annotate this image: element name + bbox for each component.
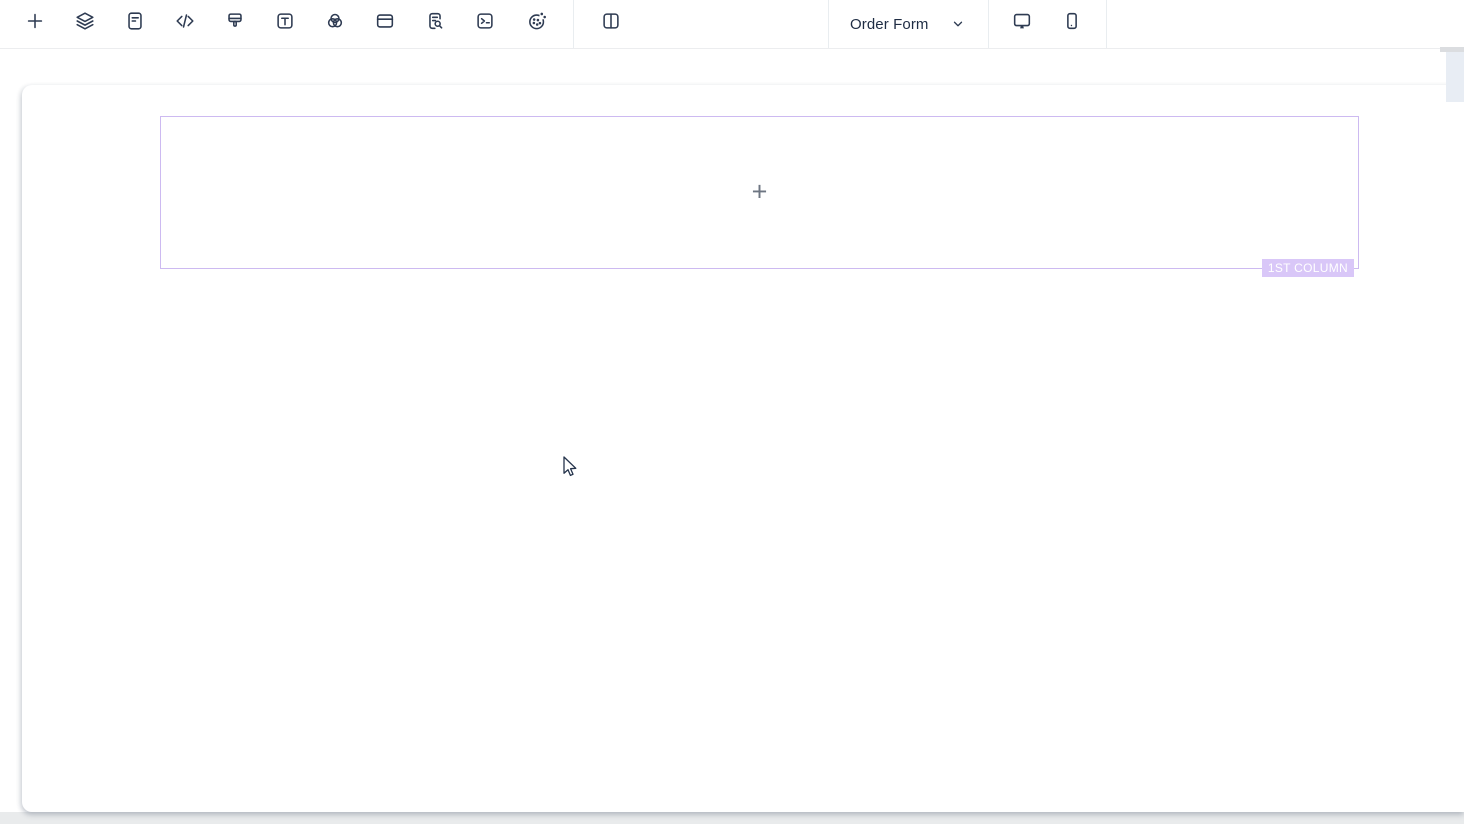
tool-button-form-search[interactable] (423, 9, 447, 33)
terminal-icon (474, 10, 496, 32)
toolbar-divider (988, 0, 989, 48)
toolbar-divider (828, 0, 829, 48)
tool-button-layers[interactable] (73, 9, 97, 33)
add-block-button[interactable]: + (752, 178, 768, 205)
device-desktop-button[interactable] (1010, 9, 1034, 33)
tool-button-browser[interactable] (373, 9, 397, 33)
canvas-panel[interactable]: + 1ST COLUMN (22, 85, 1464, 812)
tool-button-cookie[interactable] (525, 9, 549, 33)
toolbar-divider (573, 0, 574, 48)
mobile-icon (1061, 10, 1083, 32)
tool-button-text[interactable] (273, 9, 297, 33)
scrollbar-thumb[interactable] (1446, 52, 1464, 102)
column-label-badge: 1ST COLUMN (1262, 259, 1354, 277)
tool-button-colors[interactable] (323, 9, 347, 33)
brush-icon (224, 10, 246, 32)
device-mobile-button[interactable] (1060, 9, 1084, 33)
page-selector-dropdown[interactable]: Order Form (840, 0, 975, 48)
column-dropzone[interactable]: + 1ST COLUMN (160, 116, 1359, 269)
toolbar-divider (1106, 0, 1107, 48)
page-selector-value: Order Form (850, 16, 929, 33)
tool-button-add[interactable] (23, 9, 47, 33)
chevron-down-icon (951, 17, 965, 31)
tool-button-style[interactable] (223, 9, 247, 33)
tool-button-split-columns[interactable] (599, 9, 623, 33)
code-icon (174, 10, 196, 32)
tool-button-code[interactable] (173, 9, 197, 33)
page-background-strip (0, 812, 1464, 824)
split-columns-icon (600, 10, 622, 32)
cookie-icon (526, 10, 548, 32)
form-search-icon (424, 10, 446, 32)
desktop-icon (1011, 10, 1033, 32)
toolbar: Order Form (0, 0, 1464, 49)
circles-icon (324, 10, 346, 32)
plus-icon (24, 10, 46, 32)
layers-icon (74, 10, 96, 32)
browser-window-icon (374, 10, 396, 32)
form-icon (124, 10, 146, 32)
builder-screen: Order Form (0, 0, 1464, 824)
tool-button-terminal[interactable] (473, 9, 497, 33)
tool-button-form[interactable] (123, 9, 147, 33)
text-icon (274, 10, 296, 32)
